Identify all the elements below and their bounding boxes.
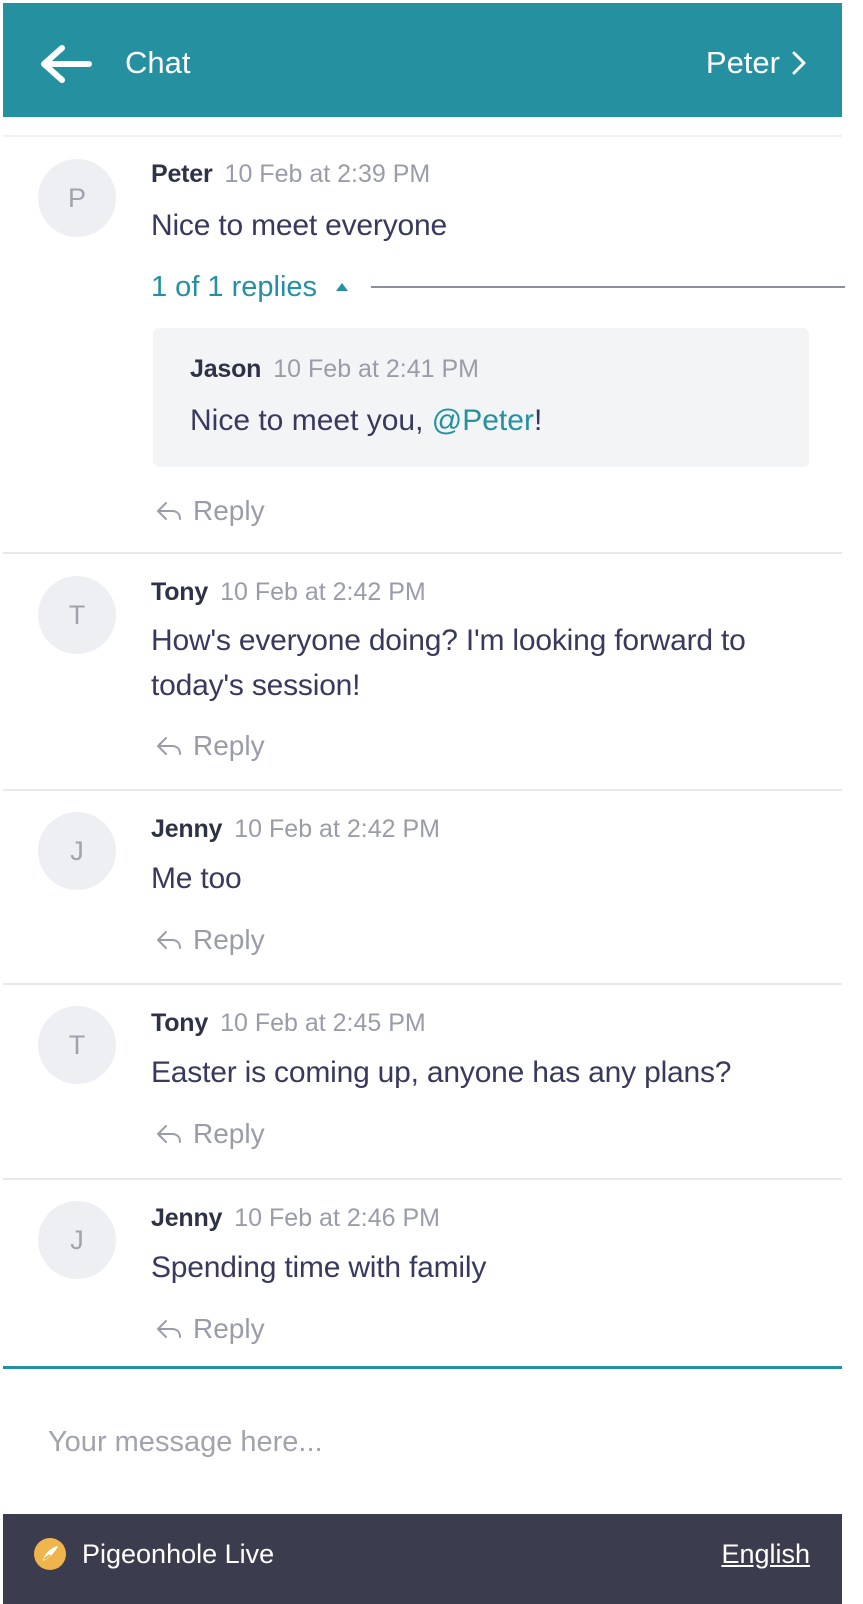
message-item: J Jenny 10 Feb at 2:46 PM Spending time w…: [3, 1180, 842, 1366]
reply-button[interactable]: Reply: [155, 728, 265, 764]
message-item: T Tony 10 Feb at 2:42 PM How's everyone d…: [3, 554, 842, 791]
reply-icon: [157, 502, 181, 520]
caret-up-icon: [336, 283, 349, 291]
brand-name: Pigeonhole Live: [82, 1539, 275, 1569]
participant-profile-link[interactable]: Peter: [706, 43, 808, 83]
reply-button-label: Reply: [193, 1313, 265, 1344]
message-author: Peter: [151, 160, 213, 188]
reply-button[interactable]: Reply: [155, 1311, 265, 1347]
message-author: Jenny: [151, 815, 223, 843]
message-text: Me too: [151, 862, 242, 895]
arrow-left-icon[interactable]: [37, 41, 93, 87]
message-time: 10 Feb at 2:45 PM: [220, 1009, 426, 1037]
reply-icon: [157, 737, 181, 755]
message-time: 10 Feb at 2:39 PM: [224, 160, 431, 188]
replies-toggle[interactable]: 1 of 1 replies: [151, 267, 349, 307]
message-time: 10 Feb at 2:46 PM: [234, 1204, 440, 1232]
reply-time: 10 Feb at 2:41 PM: [273, 355, 479, 383]
pigeonhole-logo-icon: [34, 1538, 66, 1570]
avatar: J: [38, 1201, 116, 1279]
message-item: P Peter 10 Feb at 2:39 PM Nice to meet ev…: [3, 137, 845, 554]
avatar: T: [38, 1006, 116, 1084]
reply-button[interactable]: Reply: [155, 1116, 265, 1152]
chat-header: Chat Peter: [3, 3, 842, 117]
message-input[interactable]: Your message here...: [3, 1369, 842, 1514]
reply-button-label: Reply: [193, 1118, 265, 1149]
reply-button[interactable]: Reply: [155, 493, 265, 529]
avatar: P: [38, 159, 116, 237]
chat-app: Chat Peter P Peter 10 Feb at 2:39 PM Nice…: [0, 0, 863, 1604]
language-selector[interactable]: English: [721, 1536, 810, 1572]
threaded-reply: Jason 10 Feb at 2:41 PM Nice to meet you,…: [153, 328, 809, 467]
avatar: J: [38, 812, 116, 890]
reply-icon: [157, 931, 181, 949]
reply-text-end: !: [533, 404, 543, 437]
avatar: T: [38, 576, 116, 654]
message-author: Jenny: [151, 1204, 223, 1232]
message-meta: Jenny 10 Feb at 2:46 PM: [151, 1202, 440, 1234]
reply-icon: [157, 1125, 181, 1143]
message-author: Tony: [151, 1009, 209, 1037]
message-text: Easter is coming up, anyone has any plan…: [151, 1056, 732, 1089]
reply-button-label: Reply: [193, 730, 265, 761]
message-meta: Tony 10 Feb at 2:42 PM: [151, 576, 426, 608]
app-footer: Pigeonhole Live English: [3, 1514, 842, 1604]
reply-text: Nice to meet you, @Peter!: [190, 398, 542, 443]
message-item: T Tony 10 Feb at 2:45 PM Easter is coming…: [3, 985, 842, 1180]
message-time: 10 Feb at 2:42 PM: [234, 815, 440, 843]
reply-author: Jason: [190, 355, 262, 383]
replies-connector-line: [371, 286, 845, 288]
message-text: Nice to meet everyone: [151, 209, 447, 242]
user-mention[interactable]: @Peter: [432, 404, 534, 437]
message-meta: Jenny 10 Feb at 2:42 PM: [151, 813, 440, 845]
participant-name: Peter: [705, 45, 780, 80]
message-meta: Tony 10 Feb at 2:45 PM: [151, 1007, 426, 1039]
replies-count: 1 of 1 replies: [151, 271, 318, 303]
right-edge-background: [845, 0, 863, 1604]
message-author: Tony: [151, 578, 209, 606]
reply-button[interactable]: Reply: [155, 922, 265, 958]
page-title: Chat: [125, 45, 191, 80]
message-input-placeholder: Your message here...: [48, 1426, 323, 1458]
message-time: 10 Feb at 2:42 PM: [220, 578, 426, 606]
message-text: How's everyone doing? I'm looking forwar…: [151, 624, 746, 702]
message-meta: Peter 10 Feb at 2:39 PM: [151, 158, 430, 190]
reply-button-label: Reply: [193, 924, 265, 955]
reply-button-label: Reply: [193, 495, 265, 526]
message-item: J Jenny 10 Feb at 2:42 PM Me too Reply: [3, 791, 842, 985]
chevron-right-icon: [792, 51, 806, 75]
reply-icon: [157, 1320, 181, 1338]
reply-meta: Jason 10 Feb at 2:41 PM: [190, 353, 479, 385]
reply-text-start: Nice to meet you,: [190, 404, 432, 437]
message-text: Spending time with family: [151, 1251, 487, 1284]
